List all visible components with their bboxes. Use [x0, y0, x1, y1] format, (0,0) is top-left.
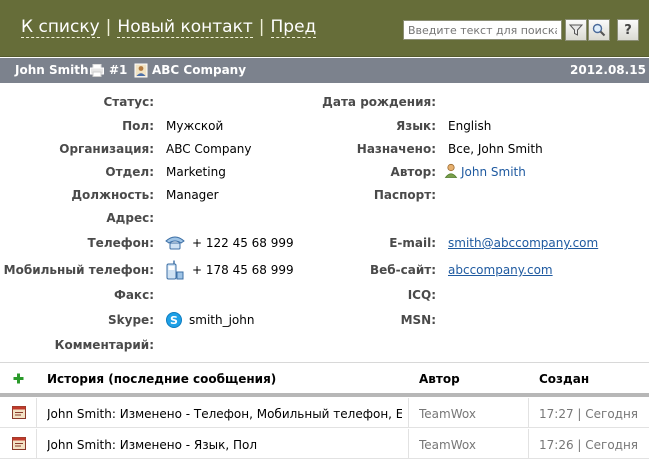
top-toolbar: К списку|Новый контакт|Пред ? [0, 0, 649, 57]
mobile-phone-icon[interactable] [166, 260, 184, 280]
fax-label: Факс: [113, 288, 154, 302]
gender-value: Мужской [166, 119, 224, 133]
history-title: История (последние сообщения) [47, 372, 277, 386]
organization-label: Организация: [59, 142, 154, 156]
filter-button[interactable] [565, 19, 587, 41]
prev-link[interactable]: Пред [270, 17, 317, 38]
column-divider [36, 398, 37, 428]
history-author: TeamWox [419, 438, 476, 452]
website-label: Веб-сайт: [369, 263, 436, 277]
nav-separator: | [258, 17, 265, 37]
contact-name: John Smith [15, 63, 89, 77]
column-divider [528, 429, 529, 459]
msn-label: MSN: [400, 313, 436, 327]
skype-icon[interactable]: S [165, 311, 183, 329]
birthdate-label: Дата рождения: [322, 95, 436, 109]
search-input[interactable] [403, 20, 562, 40]
history-created-header[interactable]: Создан [539, 372, 589, 386]
history-author: TeamWox [419, 407, 476, 421]
author-label: Автор: [390, 165, 436, 179]
table-row[interactable]: John Smith: Изменено - Телефон, Мобильны… [0, 398, 649, 428]
phone-label: Телефон: [87, 236, 155, 250]
icq-label: ICQ: [407, 288, 436, 302]
passport-label: Паспорт: [373, 188, 436, 202]
history-message[interactable]: John Smith: Изменено - Телефон, Мобильны… [47, 407, 402, 421]
department-value: Marketing [166, 165, 226, 179]
column-divider [408, 398, 409, 428]
user-icon [444, 163, 458, 178]
search-icon [592, 23, 606, 37]
phone-icon[interactable] [164, 234, 186, 250]
language-value: English [448, 119, 492, 133]
assigned-label: Назначено: [356, 142, 436, 156]
company-icon [134, 63, 148, 78]
history-author-header[interactable]: Автор [419, 372, 460, 386]
column-divider [408, 429, 409, 459]
history-message[interactable]: John Smith: Изменено - Язык, Пол [47, 438, 402, 452]
position-label: Должность: [71, 188, 154, 202]
column-divider [528, 398, 529, 428]
filter-icon [569, 24, 583, 36]
back-to-list-link[interactable]: К списку [21, 17, 100, 38]
position-value: Manager [166, 188, 219, 202]
help-button[interactable]: ? [617, 19, 639, 41]
status-label: Статус: [103, 95, 154, 109]
history-created: 17:27 | Сегодня [539, 407, 639, 421]
department-label: Отдел: [105, 165, 154, 179]
gender-label: Пол: [122, 119, 154, 133]
email-link[interactable]: smith@abccompany.com [448, 236, 598, 250]
comment-label: Комментарий: [54, 338, 154, 352]
new-contact-link[interactable]: Новый контакт [117, 17, 253, 38]
author-link[interactable]: John Smith [461, 165, 526, 179]
nav-separator: | [105, 17, 112, 37]
history-created: 17:26 | Сегодня [539, 438, 639, 452]
assigned-value: Все, John Smith [448, 142, 543, 156]
search-button[interactable] [588, 19, 610, 41]
email-label: E-mail: [389, 236, 436, 250]
contact-date: 2012.08.15 [570, 63, 646, 77]
table-row[interactable]: John Smith: Изменено - Язык, Пол TeamWox… [0, 429, 649, 459]
add-icon[interactable] [13, 373, 24, 384]
organization-value: ABC Company [166, 142, 252, 156]
print-icon[interactable] [90, 64, 104, 77]
contact-number: #1 [109, 63, 128, 77]
mobile-phone-value: + 178 45 68 999 [192, 263, 294, 277]
svg-text:S: S [170, 314, 178, 327]
message-icon [12, 406, 26, 419]
contact-title-bar: John Smith #1 ABC Company 2012.08.15 [0, 58, 649, 83]
phone-value: + 122 45 68 999 [192, 236, 294, 250]
website-link[interactable]: abccompany.com [448, 263, 553, 277]
nav-links: К списку | Новый контакт | Пред [21, 17, 317, 38]
mobile-phone-label: Мобильный телефон: [3, 263, 154, 277]
skype-value: smith_john [189, 313, 255, 327]
language-label: Язык: [395, 119, 436, 133]
skype-label: Skype: [108, 313, 154, 327]
address-label: Адрес: [106, 211, 154, 225]
contact-company: ABC Company [152, 63, 247, 77]
history-header: История (последние сообщения) Автор Созд… [0, 363, 649, 394]
column-divider [36, 429, 37, 459]
message-icon [12, 437, 26, 450]
history-divider [0, 393, 649, 397]
